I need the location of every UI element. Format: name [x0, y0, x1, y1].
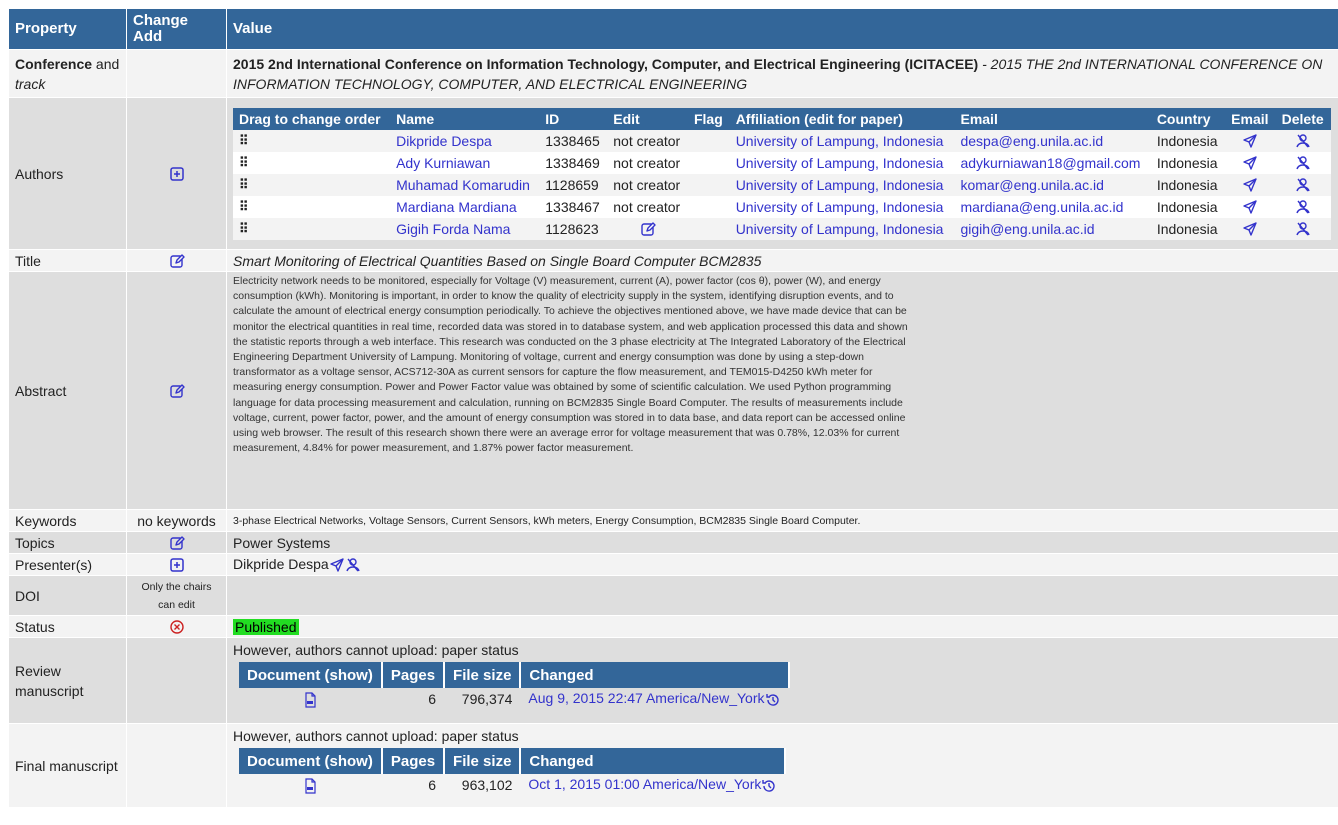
edit-abstract-icon[interactable] — [169, 383, 185, 399]
topics-value: Power Systems — [226, 531, 1338, 554]
author-row: ⠿ Muhamad Komarudin 1128659 not creator … — [233, 173, 1331, 196]
paper-properties-table: Property Change Add Value Conference and… — [8, 8, 1338, 808]
author-email-link[interactable]: despa@eng.unila.ac.id — [960, 133, 1103, 149]
status-badge: Published — [233, 618, 299, 635]
conference-row: Conference and track 2015 2nd Internation… — [8, 49, 1338, 98]
status-row: Status Published — [8, 615, 1338, 638]
status-label: Status — [8, 615, 127, 638]
review-manuscript-row: Review manuscript However, authors canno… — [8, 637, 1338, 724]
keywords-label: Keywords — [8, 509, 127, 532]
delete-author-icon[interactable] — [1295, 199, 1311, 215]
send-email-icon[interactable] — [1242, 199, 1258, 215]
title-label: Title — [8, 249, 127, 272]
pdf-file-icon[interactable] — [302, 692, 318, 708]
final-note: However, authors cannot upload: paper st… — [233, 728, 519, 744]
review-documents-table: Document (show) Pages File size Changed … — [239, 662, 790, 710]
authors-row: Authors Drag to change order Name ID Edi… — [8, 97, 1338, 250]
affiliation-link[interactable]: University of Lampung, Indonesia — [736, 155, 944, 171]
author-email-link[interactable]: adykurniawan18@gmail.com — [960, 155, 1140, 171]
doi-label: DOI — [8, 575, 127, 616]
author-name-link[interactable]: Mardiana Mardiana — [396, 199, 517, 215]
delete-author-icon[interactable] — [1295, 155, 1311, 171]
title-row: Title Smart Monitoring of Electrical Qua… — [8, 249, 1338, 272]
authors-label: Authors — [8, 97, 127, 250]
presenter-name: Dikpride Despa — [233, 555, 329, 572]
send-email-icon[interactable] — [329, 557, 345, 573]
header-property: Property — [8, 8, 127, 50]
authors-table: Drag to change order Name ID Edit Flag A… — [233, 107, 1331, 240]
affiliation-link[interactable]: University of Lampung, Indonesia — [736, 199, 944, 215]
review-manuscript-label: Review manuscript — [8, 637, 127, 724]
affiliation-link[interactable]: University of Lampung, Indonesia — [736, 177, 944, 193]
header-change-add: Change Add — [126, 8, 227, 50]
header-row: Property Change Add Value — [8, 8, 1338, 50]
doi-row: DOI Only the chairs can edit — [8, 575, 1338, 616]
doi-change-note: Only the chairs can edit — [126, 575, 227, 616]
changed-date-link[interactable]: Aug 9, 2015 22:47 America/New_York — [528, 690, 764, 706]
delete-presenter-icon[interactable] — [345, 557, 361, 573]
final-manuscript-row: Final manuscript However, authors cannot… — [8, 723, 1338, 808]
delete-author-icon[interactable] — [1295, 133, 1311, 149]
send-email-icon[interactable] — [1242, 177, 1258, 193]
add-author-icon[interactable] — [169, 166, 185, 182]
author-name-link[interactable]: Gigih Forda Nama — [396, 221, 510, 237]
send-email-icon[interactable] — [1242, 155, 1258, 171]
edit-author-icon[interactable] — [640, 221, 656, 237]
keywords-change: no keywords — [126, 509, 227, 532]
author-name-link[interactable]: Dikpride Despa — [396, 133, 492, 149]
conference-value: 2015 2nd International Conference on Inf… — [226, 49, 1338, 98]
document-row: 6 963,102 Oct 1, 2015 01:00 America/New_… — [239, 774, 785, 796]
abstract-row: Abstract Electricity network needs to be… — [8, 271, 1338, 510]
send-email-icon[interactable] — [1242, 133, 1258, 149]
abstract-text: Electricity network needs to be monitore… — [233, 275, 908, 455]
drag-handle-icon[interactable]: ⠿ — [233, 173, 391, 196]
header-value: Value — [226, 8, 1338, 50]
topics-label: Topics — [8, 531, 127, 554]
conference-label: Conference and track — [8, 49, 127, 98]
add-presenter-icon[interactable] — [169, 557, 185, 573]
keywords-value: 3-phase Electrical Networks, Voltage Sen… — [226, 509, 1338, 532]
send-email-icon[interactable] — [1242, 221, 1258, 237]
history-icon[interactable] — [761, 778, 777, 794]
topics-row: Topics Power Systems — [8, 531, 1338, 554]
delete-author-icon[interactable] — [1295, 177, 1311, 193]
final-manuscript-label: Final manuscript — [8, 723, 127, 808]
presenters-label: Presenter(s) — [8, 553, 127, 576]
document-row: 6 796,374 Aug 9, 2015 22:47 America/New_… — [239, 688, 789, 710]
paper-title: Smart Monitoring of Electrical Quantitie… — [233, 252, 762, 269]
drag-handle-icon[interactable]: ⠿ — [233, 195, 391, 218]
delete-author-icon[interactable] — [1295, 221, 1311, 237]
author-email-link[interactable]: gigih@eng.unila.ac.id — [960, 221, 1094, 237]
abstract-label: Abstract — [8, 271, 127, 510]
history-icon[interactable] — [765, 692, 781, 708]
cancel-circle-icon — [169, 619, 185, 635]
edit-title-icon[interactable] — [169, 253, 185, 269]
drag-handle-icon[interactable]: ⠿ — [233, 217, 391, 240]
author-row: ⠿ Ady Kurniawan 1338469 not creator Univ… — [233, 151, 1331, 174]
author-email-link[interactable]: mardiana@eng.unila.ac.id — [960, 199, 1123, 215]
presenters-row: Presenter(s) Dikpride Despa — [8, 553, 1338, 576]
author-row: ⠿ Mardiana Mardiana 1338467 not creator … — [233, 195, 1331, 218]
affiliation-link[interactable]: University of Lampung, Indonesia — [736, 221, 944, 237]
drag-handle-icon[interactable]: ⠿ — [233, 151, 391, 174]
edit-topics-icon[interactable] — [169, 535, 185, 551]
author-name-link[interactable]: Ady Kurniawan — [396, 155, 490, 171]
affiliation-link[interactable]: University of Lampung, Indonesia — [736, 133, 944, 149]
author-row: ⠿ Gigih Forda Nama 1128623 University of… — [233, 217, 1331, 240]
author-name-link[interactable]: Muhamad Komarudin — [396, 177, 530, 193]
review-note: However, authors cannot upload: paper st… — [233, 642, 519, 658]
doi-value — [226, 575, 1338, 616]
pdf-file-icon[interactable] — [302, 778, 318, 794]
author-row: ⠿ Dikpride Despa 1338465 not creator Uni… — [233, 129, 1331, 152]
keywords-row: Keywords no keywords 3-phase Electrical … — [8, 509, 1338, 532]
authors-header-row: Drag to change order Name ID Edit Flag A… — [233, 107, 1331, 130]
author-email-link[interactable]: komar@eng.unila.ac.id — [960, 177, 1103, 193]
final-documents-table: Document (show) Pages File size Changed … — [239, 748, 787, 796]
changed-date-link[interactable]: Oct 1, 2015 01:00 America/New_York — [528, 776, 761, 792]
paper-page: Property Change Add Value Conference and… — [0, 0, 1338, 825]
drag-handle-icon[interactable]: ⠿ — [233, 129, 391, 152]
